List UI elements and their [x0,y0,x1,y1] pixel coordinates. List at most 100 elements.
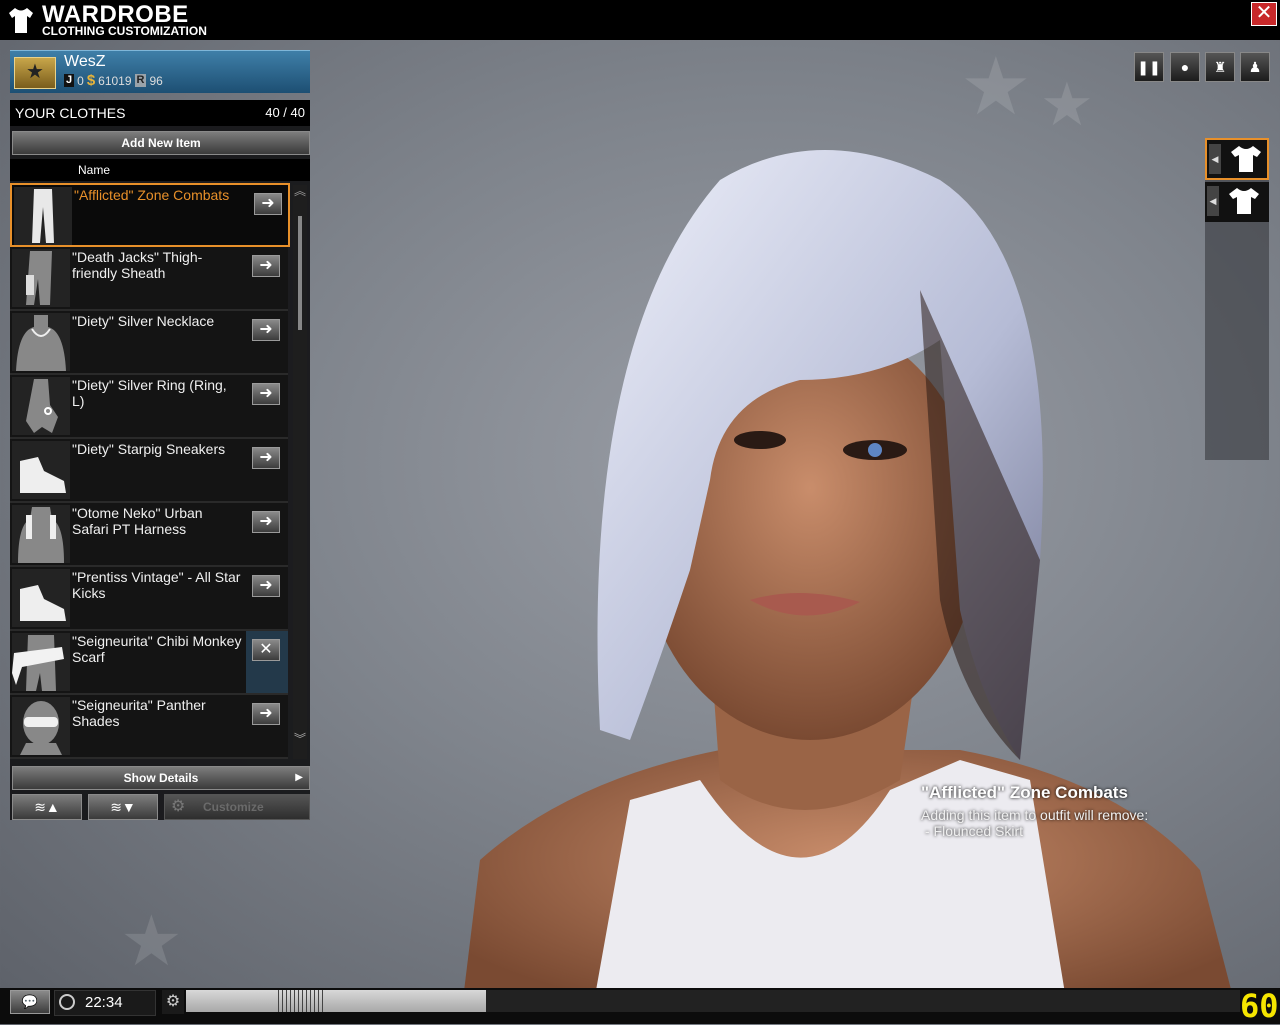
gear-icon[interactable]: ⚙ [162,990,184,1014]
item-name: "Seigneurita" Chibi Monkey Scarf [72,633,242,665]
player-stats: J 0 $ 61019 R 96 [64,72,163,89]
upper-body-view-button[interactable]: ♜ [1205,52,1235,82]
background-star-decoration: ★ [1040,71,1094,138]
progress-ticks [278,990,324,1012]
outfit-slots: ◀ ◀ [1205,138,1269,460]
progress-bar [186,990,1240,1012]
tshirt-icon [9,8,33,33]
add-arrow-icon[interactable]: ➜ [252,383,280,405]
add-arrow-icon[interactable]: ➜ [252,255,280,277]
scroll-up-icon[interactable]: ︽ [293,185,307,209]
scrollbar-thumb[interactable] [298,216,302,330]
list-item[interactable]: "Death Jacks" Thigh-friendly Sheath ➜ [10,247,288,311]
list-item[interactable]: "Diety" Starpig Sneakers ➜ [10,439,288,503]
item-name: "Diety" Silver Necklace [72,313,215,329]
necklace-icon [12,313,70,371]
harness-icon [12,505,70,563]
list-item[interactable]: "Seigneurita" Panther Shades ➜ [10,695,288,759]
currency-value: 61019 [98,73,132,88]
customize-label: Customize [203,800,264,814]
clothes-panel: YOUR CLOTHES 40 / 40 Add New Item Name "… [10,100,310,820]
clothes-title: YOUR CLOTHES [15,105,126,121]
close-button[interactable]: ✕ [1251,2,1277,26]
layers-down-icon: ≋▼ [110,799,136,815]
dollar-icon: $ [86,72,96,89]
item-tooltip: "Afflicted" Zone Combats Adding this ite… [921,783,1221,839]
item-name: "Diety" Silver Ring (Ring, L) [72,377,227,409]
background-star-decoration: ★ [960,42,1032,131]
background-star-decoration: ★ [120,902,183,980]
shades-icon [12,697,70,755]
item-name: "Otome Neko" Urban Safari PT Harness [72,505,203,537]
r-stat-value: 96 [149,73,163,88]
player-badge: ★ WesZ J 0 $ 61019 R 96 [10,50,310,93]
layers-up-icon: ≋▲ [34,799,60,815]
sneaker-icon [12,441,70,499]
scarf-icon [12,633,70,691]
add-new-item-button[interactable]: Add New Item [12,131,310,155]
player-name: WesZ [64,53,106,70]
r-stat-icon: R [134,74,147,87]
add-arrow-icon[interactable]: ➜ [252,703,280,725]
remove-x-icon[interactable]: ✕ [252,639,280,661]
list-item[interactable]: "Prentiss Vintage" - All Star Kicks ➜ [10,567,288,631]
add-arrow-icon[interactable]: ➜ [254,193,282,215]
sneaker-icon [12,569,70,627]
show-details-label: Show Details [123,771,199,785]
clock-icon [59,994,75,1010]
pants-icon [14,187,72,245]
tooltip-removed-item: - Flounced Skirt [925,823,1024,839]
tooltip-title: "Afflicted" Zone Combats [921,783,1128,802]
clothes-header: YOUR CLOTHES 40 / 40 [10,100,310,126]
tooltip-message: Adding this item to outfit will remove: [921,807,1149,823]
item-name: "Seigneurita" Panther Shades [72,697,206,729]
item-name: "Diety" Starpig Sneakers [72,441,226,457]
title-bar: WARDROBE CLOTHING CUSTOMIZATION ✕ [0,0,1280,40]
list-item[interactable]: "Otome Neko" Urban Safari PT Harness ➜ [10,503,288,567]
name-column-header[interactable]: Name [10,159,310,181]
character-preview[interactable] [420,140,1280,1024]
tshirt-icon [1231,146,1261,172]
add-arrow-icon[interactable]: ➜ [252,319,280,341]
list-item[interactable]: "Seigneurita" Chibi Monkey Scarf ✕ [10,631,288,695]
scroll-down-icon[interactable]: ︾ [293,733,307,759]
status-bar: 💬 22:34 ⚙ 60 [0,988,1280,1024]
add-arrow-icon[interactable]: ➜ [252,575,280,597]
customize-button[interactable]: ⚙ Customize [164,794,310,820]
layer-up-button[interactable]: ≋▲ [12,794,82,820]
outfit-slot-2[interactable]: ◀ [1205,182,1269,222]
clock-time: 22:34 [85,994,123,1011]
name-column-label: Name [78,163,111,177]
chevron-left-icon[interactable]: ◀ [1207,186,1219,216]
clothes-list: "Afflicted" Zone Combats ➜ "Death Jacks"… [10,183,290,759]
j-stat-icon: J [64,74,75,87]
list-item[interactable]: "Diety" Silver Ring (Ring, L) ➜ [10,375,288,439]
item-name: "Afflicted" Zone Combats [74,187,230,203]
chat-icon[interactable]: 💬 [10,990,50,1014]
add-arrow-icon[interactable]: ➜ [252,447,280,469]
layer-down-button[interactable]: ≋▼ [88,794,158,820]
add-arrow-icon[interactable]: ➜ [252,511,280,533]
list-item[interactable]: "Diety" Silver Necklace ➜ [10,311,288,375]
full-body-view-button[interactable]: ♟ [1240,52,1270,82]
pause-button[interactable]: ❚❚ [1134,52,1164,82]
item-name: "Death Jacks" Thigh-friendly Sheath [72,249,203,281]
chevron-right-icon: ▶ [295,772,303,783]
outfit-slot-1[interactable]: ◀ [1205,138,1269,180]
ring-hand-icon [12,377,70,435]
show-details-button[interactable]: Show Details ▶ [12,766,310,790]
gear-icon: ⚙ [171,798,186,815]
chevron-left-icon[interactable]: ◀ [1209,144,1221,174]
window-subtitle: CLOTHING CUSTOMIZATION [42,24,207,38]
tshirt-icon [1229,188,1259,214]
clock: 22:34 [54,990,156,1016]
list-item[interactable]: "Afflicted" Zone Combats ➜ [10,183,290,247]
j-stat-value: 0 [77,73,84,88]
progress-fill [186,990,487,1012]
head-view-button[interactable]: ● [1170,52,1200,82]
clothes-count: 40 / 40 [265,105,305,120]
fps-counter: 60 [1240,987,1279,1025]
item-name: "Prentiss Vintage" - All Star Kicks [72,569,241,601]
thigh-sheath-icon [12,249,70,307]
star-icon: ★ [14,57,56,89]
